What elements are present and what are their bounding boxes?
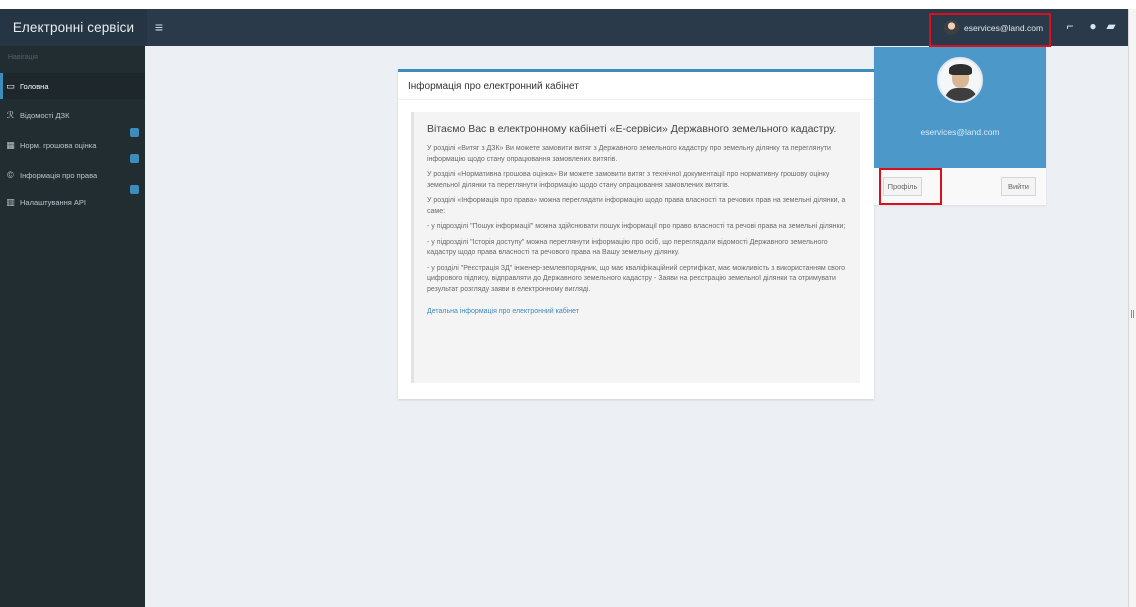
monitor-icon: ▭ [6,80,15,91]
sidebar-item-api-settings[interactable]: ▥ Налаштування API [0,189,145,215]
info-callout: Вітаємо Вас в електронному кабінеті «Е-с… [411,112,860,383]
paragraph-history: - у підрозділі "Історія доступу" можна п… [427,238,828,257]
calculator-icon: ▦ [6,139,15,150]
search-person-icon: ℛ [6,109,15,120]
divider [398,99,874,100]
paragraph-rights: У розділі «Інформація про права» можна п… [427,197,846,215]
logout-button[interactable]: Вийти [1001,177,1036,196]
sidebar-item-label: Інформація про права [20,170,98,180]
sidebar: Навігація ▭ Головна ℛ Відомості ДЗК ▦ Но… [0,46,145,607]
welcome-heading: Вітаємо Вас в електронному кабінеті «Е-с… [427,123,837,135]
avatar [937,57,983,103]
sidebar-item-rights[interactable]: © Інформація про права [0,162,145,194]
sidebar-item-label: Норм. грошова оцінка [20,140,97,150]
info-card: Інформація про електронний кабінет Вітає… [398,69,874,399]
sidebar-item-dzk-info[interactable]: ℛ Відомості ДЗК [0,102,145,137]
scrollbar[interactable] [1128,9,1136,607]
paragraph-extract: У розділі «Витяг з ДЗК» Ви можете замови… [427,145,831,163]
app-title[interactable]: Електронні сервіси [0,9,147,46]
paragraph-search: - у підрозділі "Пошук інформації" можна … [427,223,846,230]
menu-icon[interactable]: ≡ [152,17,166,37]
app-window: Електронні сервіси ≡ eservices@land.com … [0,0,1136,607]
sidebar-item-valuation[interactable]: ▦ Норм. грошова оцінка [0,132,145,163]
profile-header: eservices@land.com [874,47,1046,168]
highlight-user-menu [929,13,1051,47]
profile-email: eservices@land.com [920,127,1000,137]
sidebar-heading: Навігація [8,54,38,61]
details-link[interactable]: Детальна інформація про електронний кабі… [427,307,579,317]
sidebar-item-label: Головна [20,81,49,91]
help-icon[interactable]: ● [1086,19,1100,33]
grid-icon: ▥ [6,196,15,207]
flag-icon[interactable]: ▰ [1104,19,1118,33]
rights-icon: © [7,170,14,180]
notification-icon[interactable]: ⌐ [1063,19,1077,33]
sidebar-item-label: Відомості ДЗК [20,110,70,120]
paragraph-registration: - у розділі "Реєстрація ЗД" інженер-земл… [427,264,846,293]
top-strip [0,0,1136,9]
sidebar-item-label: Налаштування API [20,197,87,207]
paragraph-valuation: У розділі «Нормативна грошова оцінка» Ви… [427,171,830,189]
card-title: Інформація про електронний кабінет [408,81,579,92]
sidebar-item-home[interactable]: ▭ Головна [0,73,145,99]
highlight-profile-button [879,168,942,205]
